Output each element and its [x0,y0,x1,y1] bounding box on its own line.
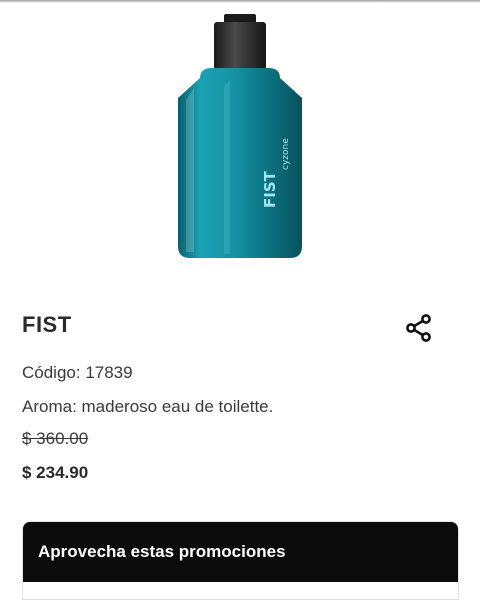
svg-text:FIST: FIST [261,170,279,208]
old-price: $ 360.00 [22,429,89,448]
promotions-header[interactable]: Aprovecha estas promociones [23,522,458,582]
product-code: Código: 17839 [22,363,133,382]
product-title: FIST [22,312,72,337]
product-aroma: Aroma: maderoso eau de toilette. [22,397,274,416]
share-icon[interactable] [402,312,434,344]
promotions-title: Aprovecha estas promociones [38,542,286,561]
svg-text:cyzone: cyzone [281,138,291,170]
promotions-panel: Aprovecha estas promociones [22,521,459,600]
current-price: $ 234.90 [22,463,89,482]
product-image: FIST cyzone [178,14,302,258]
top-divider [0,0,480,3]
